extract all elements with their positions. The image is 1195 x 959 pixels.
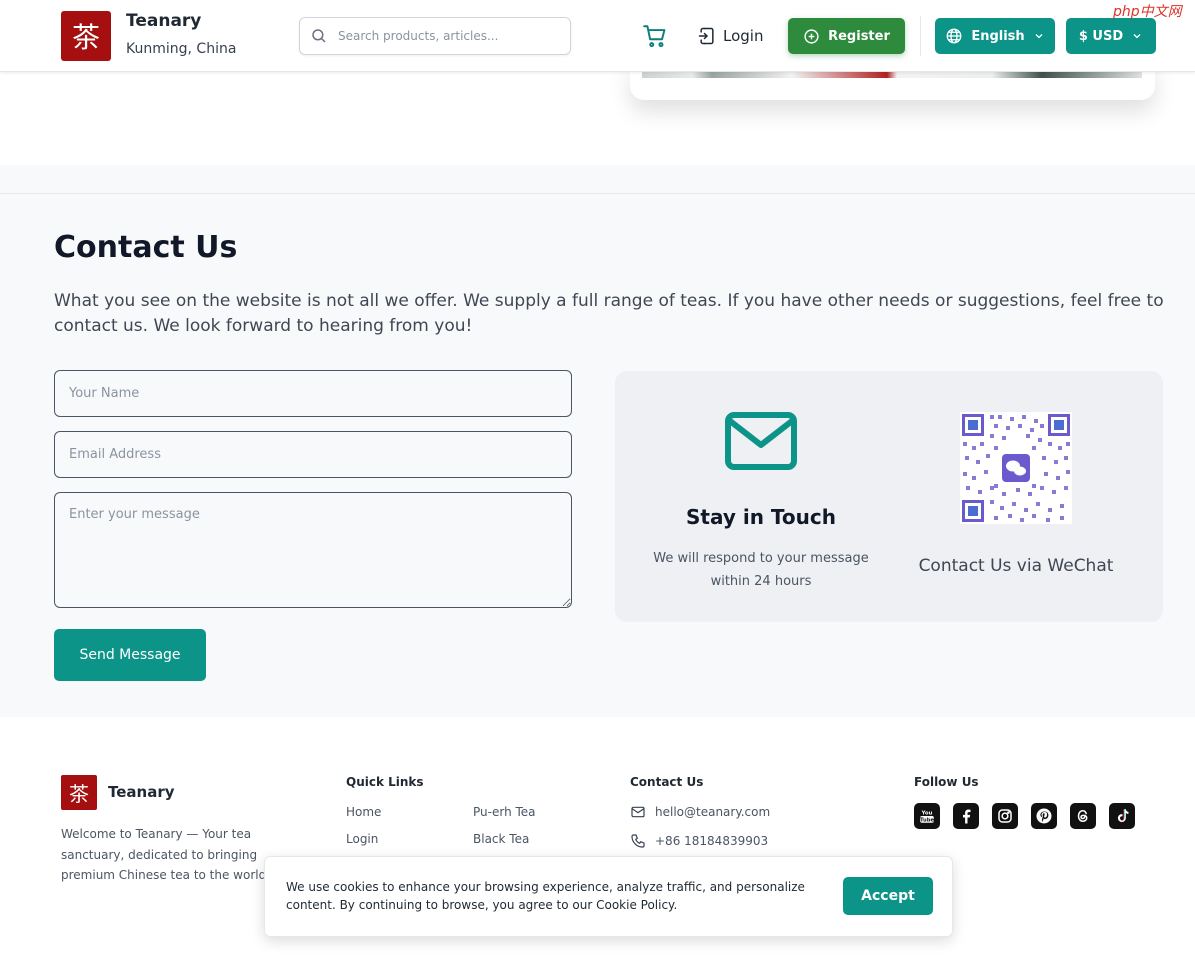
chevron-down-icon [1035,34,1043,39]
chevron-down-icon [1133,34,1141,39]
phone-icon [631,834,645,848]
header-divider [920,16,921,56]
footer-link-login[interactable]: Login [346,832,378,846]
stay-in-touch-title: Stay in Touch [686,505,836,529]
follow-us-title: Follow Us [914,775,979,789]
login-link[interactable]: Login [697,24,763,48]
globe-icon [946,28,962,44]
watermark: php中文网 [1113,4,1182,20]
wechat-qr-code [960,412,1072,524]
youtube-icon[interactable]: You Tube [914,803,940,829]
footer-logo[interactable]: 茶 [61,775,97,810]
email-field[interactable] [54,431,572,478]
pinterest-icon[interactable] [1031,803,1057,829]
tiktok-icon[interactable] [1109,803,1135,829]
site-header: 茶 Teanary Kunming, China Login Register … [0,0,1195,72]
login-icon [698,27,714,45]
wechat-label: Contact Us via WeChat [918,556,1114,576]
contact-title: Contact Us [54,230,238,265]
footer-email[interactable]: hello@teanary.com [630,804,770,820]
social-links: You Tube [914,803,1135,829]
currency-select[interactable]: $ USD [1066,18,1156,54]
register-label: Register [828,28,890,44]
currency-label: $ USD [1078,28,1124,44]
footer-brand: Teanary [108,783,175,801]
plus-circle-icon [804,28,819,44]
register-button[interactable]: Register [788,18,905,54]
footer-link-pu-erh-tea[interactable]: Pu-erh Tea [473,805,536,819]
name-field[interactable] [54,370,572,417]
mail-icon [631,806,645,818]
brand-location: Kunming, China [126,41,237,57]
footer-phone-text: +86 18184839903 [655,834,769,848]
quick-links-title: Quick Links [346,775,424,789]
search-input[interactable] [338,26,563,46]
cart-icon[interactable] [642,23,668,49]
contact-info-card: Stay in Touch We will respond to your me… [615,371,1163,622]
accept-cookies-button[interactable]: Accept [843,877,933,915]
cookie-banner: We use cookies to enhance your browsing … [264,856,953,937]
footer-contact-title: Contact Us [630,775,704,789]
brand-name[interactable]: Teanary [126,11,201,31]
send-message-button[interactable]: Send Message [54,629,206,681]
language-select[interactable]: English [935,18,1055,54]
footer-email-text: hello@teanary.com [655,805,771,819]
svg-text:Tube: Tube [920,818,935,824]
facebook-icon[interactable] [953,803,979,829]
search-box[interactable] [299,17,571,55]
search-icon [312,29,326,43]
cookie-text: We use cookies to enhance your browsing … [286,880,805,912]
contact-description: What you see on the website is not all w… [54,291,1164,336]
threads-icon[interactable] [1070,803,1096,829]
logo[interactable]: 茶 [61,11,111,61]
instagram-icon[interactable] [992,803,1018,829]
mail-icon [725,412,797,470]
contact-section: Contact Us What you see on the website i… [0,165,1195,717]
footer-phone[interactable]: +86 18184839903 [630,833,768,849]
message-field[interactable] [54,492,572,608]
login-label: Login [723,27,764,45]
svg-text:You: You [921,811,933,817]
footer-link-home[interactable]: Home [346,805,381,819]
footer-link-black-tea[interactable]: Black Tea [473,832,529,846]
language-label: English [971,28,1025,44]
section-divider [0,193,1195,194]
stay-in-touch-subtitle: We will respond to your message within 2… [653,551,869,589]
